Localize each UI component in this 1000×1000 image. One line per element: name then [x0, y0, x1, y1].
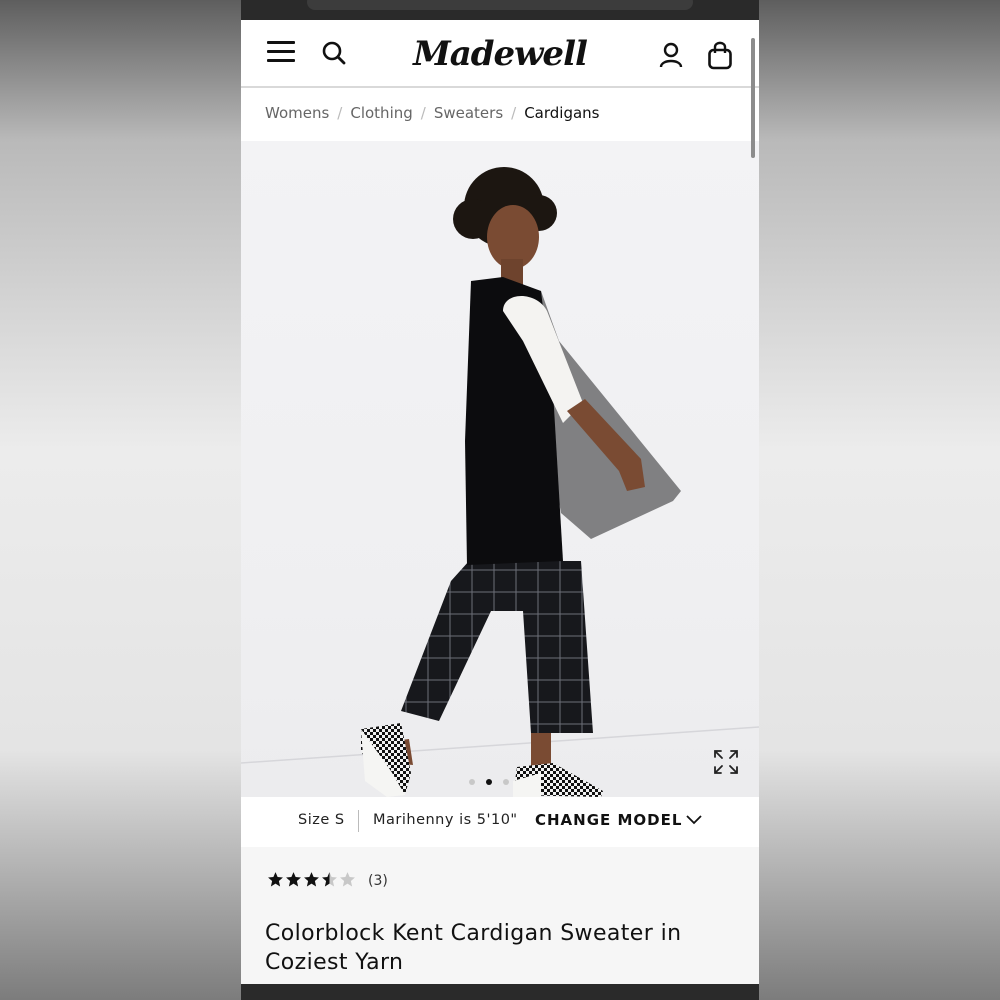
star-icon: [304, 872, 319, 887]
breadcrumb-link-clothing[interactable]: Clothing: [350, 104, 412, 122]
status-bar: [241, 0, 759, 20]
page-scrollbar[interactable]: [751, 38, 755, 158]
breadcrumb-current: Cardigans: [524, 104, 600, 122]
carousel-pagination: [469, 772, 520, 785]
phone-screen: Madewell Womens / Clothing / Sweaters / Cardig…: [241, 0, 759, 1000]
url-pill: [307, 0, 693, 10]
background-left: [0, 0, 241, 1000]
bag-icon[interactable]: [707, 40, 733, 70]
expand-image-icon[interactable]: [713, 749, 739, 775]
breadcrumb-separator: /: [337, 104, 343, 122]
product-title: Colorblock Kent Cardigan Sweater in Cozi…: [265, 921, 682, 975]
review-count[interactable]: (3): [368, 873, 388, 889]
product-photo-model: [241, 167, 759, 797]
change-model-button[interactable]: CHANGE MODEL: [535, 811, 682, 829]
model-height: Marihenny is 5'10": [373, 812, 518, 828]
bottom-bar: [241, 984, 759, 1000]
star-empty-icon: [340, 872, 355, 887]
search-icon[interactable]: [321, 40, 347, 66]
breadcrumb-link-sweaters[interactable]: Sweaters: [434, 104, 503, 122]
background-right: [759, 0, 1000, 1000]
chevron-down-icon[interactable]: [685, 813, 703, 827]
carousel-dot[interactable]: [503, 779, 509, 785]
star-icon: [268, 872, 283, 887]
star-icon: [286, 872, 301, 887]
site-header: Madewell: [241, 20, 759, 88]
account-icon[interactable]: [659, 42, 683, 68]
brand-logo[interactable]: Madewell: [411, 32, 589, 76]
model-size: Size S: [298, 812, 345, 828]
breadcrumb-separator: /: [420, 104, 426, 122]
carousel-dot[interactable]: [469, 779, 475, 785]
product-image-carousel[interactable]: [241, 141, 759, 797]
model-info-bar: Size S Marihenny is 5'10" CHANGE MODEL: [241, 797, 759, 847]
star-half-icon: [322, 872, 337, 887]
product-details: (3) Colorblock Kent Cardigan Sweater in …: [241, 847, 759, 984]
carousel-dot-active[interactable]: [486, 779, 492, 785]
breadcrumb: Womens / Clothing / Sweaters / Cardigans: [265, 104, 600, 124]
breadcrumb-separator: /: [511, 104, 517, 122]
menu-icon[interactable]: [267, 41, 295, 63]
divider: [358, 810, 359, 832]
breadcrumb-link-womens[interactable]: Womens: [265, 104, 329, 122]
